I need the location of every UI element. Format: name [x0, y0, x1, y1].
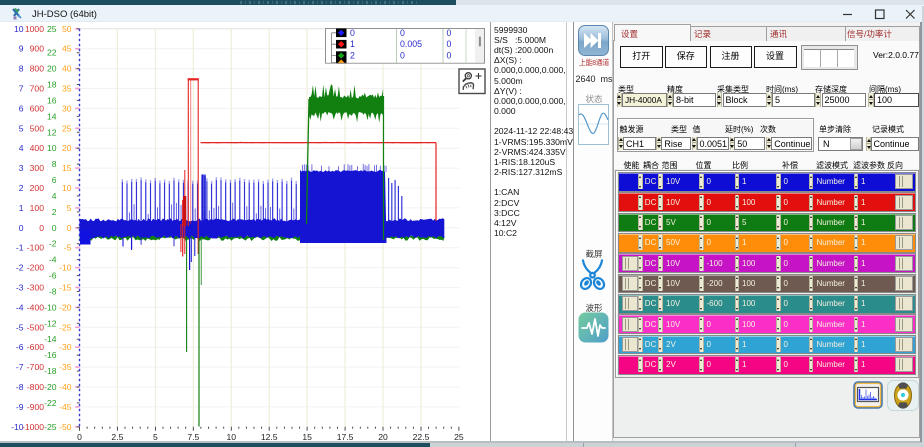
- svg-text:-300: -300: [27, 283, 44, 293]
- svg-text:200: 200: [30, 183, 45, 193]
- svg-text:-30: -30: [59, 342, 72, 352]
- svg-text:35: 35: [62, 84, 72, 94]
- svg-text:-400: -400: [27, 302, 44, 312]
- svg-text:-18: -18: [44, 366, 57, 376]
- svg-text:25: 25: [47, 24, 57, 34]
- svg-text:14: 14: [47, 111, 57, 121]
- svg-text:7: 7: [19, 84, 24, 94]
- svg-text:2: 2: [350, 51, 355, 61]
- svg-text:5: 5: [67, 203, 72, 213]
- svg-text:0.005: 0.005: [400, 39, 422, 49]
- svg-text:-100: -100: [27, 243, 44, 253]
- svg-text:2: 2: [19, 183, 24, 193]
- svg-text:-16: -16: [44, 350, 57, 360]
- svg-text:15: 15: [62, 163, 72, 173]
- svg-text:8: 8: [19, 64, 24, 74]
- svg-text:0: 0: [400, 51, 405, 61]
- svg-text:-700: -700: [27, 362, 44, 372]
- svg-text:800: 800: [30, 64, 45, 74]
- svg-text:-500: -500: [27, 322, 44, 332]
- svg-text:10: 10: [62, 183, 72, 193]
- svg-text:300: 300: [30, 163, 45, 173]
- svg-text:0: 0: [52, 223, 57, 233]
- svg-text:-12: -12: [44, 318, 57, 328]
- svg-text:-20: -20: [44, 382, 57, 392]
- svg-text:-200: -200: [27, 263, 44, 273]
- svg-text:-8: -8: [16, 382, 24, 392]
- svg-text:-10: -10: [44, 302, 57, 312]
- svg-text:45: 45: [62, 44, 72, 54]
- svg-text:16: 16: [47, 95, 57, 105]
- svg-text:1000: 1000: [25, 24, 44, 34]
- svg-text:-10: -10: [59, 263, 72, 273]
- svg-text:-4: -4: [49, 255, 57, 265]
- svg-text:0: 0: [350, 28, 355, 38]
- svg-text:-1: -1: [16, 243, 24, 253]
- svg-text:-800: -800: [27, 382, 44, 392]
- svg-text:-25: -25: [59, 322, 72, 332]
- svg-text:3: 3: [19, 163, 24, 173]
- svg-text:0: 0: [67, 223, 72, 233]
- svg-text:1: 1: [350, 39, 355, 49]
- svg-text:5: 5: [19, 123, 24, 133]
- svg-text:400: 400: [30, 143, 45, 153]
- svg-text:-22: -22: [44, 398, 57, 408]
- svg-text:-50: -50: [59, 422, 72, 432]
- svg-text:4: 4: [52, 191, 57, 201]
- svg-text:4: 4: [19, 143, 24, 153]
- svg-text:8: 8: [52, 159, 57, 169]
- svg-text:0: 0: [447, 39, 452, 49]
- svg-text:12: 12: [47, 127, 57, 137]
- svg-text:30: 30: [62, 103, 72, 113]
- svg-text:-8: -8: [49, 287, 57, 297]
- svg-text:-9: -9: [16, 402, 24, 412]
- svg-text:6: 6: [52, 175, 57, 185]
- svg-text:-45: -45: [59, 402, 72, 412]
- svg-text:6: 6: [19, 103, 24, 113]
- svg-text:0: 0: [447, 51, 452, 61]
- svg-text:600: 600: [30, 103, 45, 113]
- svg-text:25: 25: [62, 123, 72, 133]
- svg-text:10: 10: [47, 143, 57, 153]
- svg-text:50: 50: [62, 24, 72, 34]
- svg-text:900: 900: [30, 44, 45, 54]
- svg-text:-1000: -1000: [22, 422, 44, 432]
- svg-text:20: 20: [47, 64, 57, 74]
- svg-text:-5: -5: [64, 243, 72, 253]
- svg-text:18: 18: [47, 80, 57, 90]
- svg-text:0: 0: [400, 28, 405, 38]
- svg-text:-5: -5: [16, 322, 24, 332]
- svg-text:1: 1: [19, 203, 24, 213]
- svg-text:40: 40: [62, 64, 72, 74]
- svg-text:2: 2: [52, 207, 57, 217]
- svg-text:-3: -3: [16, 283, 24, 293]
- svg-text:0: 0: [39, 223, 44, 233]
- svg-text:9: 9: [19, 44, 24, 54]
- svg-text:0: 0: [19, 223, 24, 233]
- svg-text:20: 20: [62, 143, 72, 153]
- svg-text:-7: -7: [16, 362, 24, 372]
- svg-text:22: 22: [47, 48, 57, 58]
- svg-text:-25: -25: [44, 422, 57, 432]
- svg-text:-2: -2: [16, 263, 24, 273]
- svg-text:0: 0: [447, 28, 452, 38]
- svg-text:-40: -40: [59, 382, 72, 392]
- svg-text:700: 700: [30, 84, 45, 94]
- svg-text:-15: -15: [59, 283, 72, 293]
- svg-text:-600: -600: [27, 342, 44, 352]
- svg-text:-900: -900: [27, 402, 44, 412]
- svg-text:-35: -35: [59, 362, 72, 372]
- svg-text:-14: -14: [44, 334, 57, 344]
- svg-text:10: 10: [14, 24, 24, 34]
- svg-text:-2: -2: [49, 239, 57, 249]
- svg-text:500: 500: [30, 123, 45, 133]
- svg-text:100: 100: [30, 203, 45, 213]
- svg-text:-20: -20: [59, 302, 72, 312]
- svg-text:-4: -4: [16, 302, 24, 312]
- svg-text:-6: -6: [16, 342, 24, 352]
- svg-text:-6: -6: [49, 271, 57, 281]
